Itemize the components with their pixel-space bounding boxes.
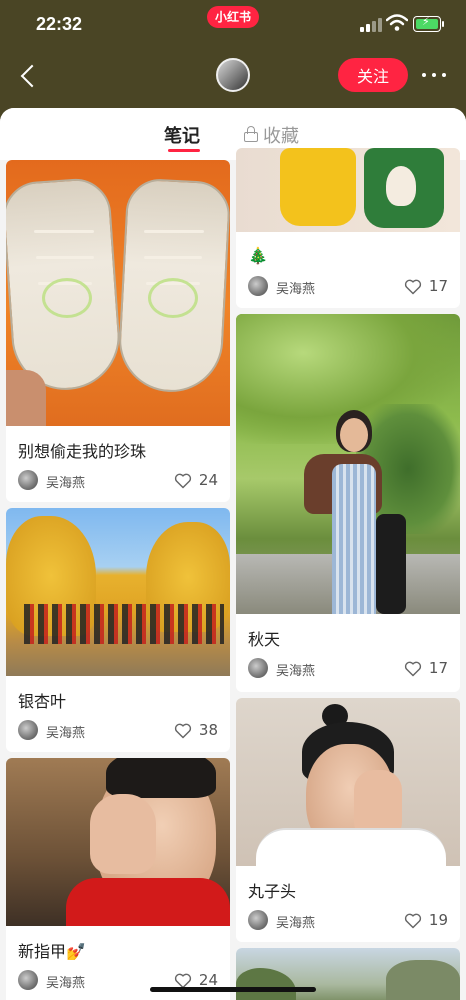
note-title: 🎄: [248, 246, 268, 265]
note-title: 银杏叶: [18, 692, 67, 711]
heart-icon: [404, 661, 422, 677]
note-image-hair-bun: [236, 698, 460, 866]
heart-icon: [404, 279, 422, 295]
author-avatar: [248, 910, 268, 930]
like-count: 17: [428, 659, 448, 677]
note-card-christmas[interactable]: 🎄 吴海燕 17: [236, 148, 460, 308]
note-image-banana-trees: [236, 314, 460, 614]
heart-icon: [174, 723, 192, 739]
note-author[interactable]: 吴海燕: [18, 970, 118, 992]
content-sheet: 笔记 收藏 别想偷走我的珍珠 吴海燕 24 银杏叶 吴海燕 38 新指甲💅 吴海…: [0, 108, 466, 1000]
note-author[interactable]: 吴海燕: [18, 470, 118, 492]
like-button[interactable]: 17: [378, 276, 448, 298]
battery-nub: [442, 21, 444, 27]
avatar[interactable]: [216, 58, 250, 92]
author-avatar: [18, 470, 38, 490]
note-card-bun[interactable]: 丸子头 吴海燕 19: [236, 698, 460, 942]
more-dots-icon[interactable]: [420, 62, 448, 86]
like-count: 38: [198, 721, 218, 739]
note-author[interactable]: 吴海燕: [248, 910, 348, 932]
author-avatar: [248, 658, 268, 678]
heart-icon: [174, 473, 192, 489]
like-count: 17: [428, 277, 448, 295]
lock-icon: [244, 126, 258, 142]
profile-nav-bar: 关注: [0, 50, 466, 108]
note-card-nails[interactable]: 新指甲💅 吴海燕 24: [6, 758, 230, 1000]
tab-notes[interactable]: 笔记: [164, 122, 200, 148]
note-image-ginkgo-trees: [6, 508, 230, 676]
like-button[interactable]: 19: [378, 910, 448, 932]
note-image-gift-bags: [236, 148, 460, 232]
author-avatar: [18, 970, 38, 990]
author-name: 吴海燕: [276, 916, 316, 931]
battery-icon: ⚡: [413, 15, 441, 32]
heart-icon: [404, 913, 422, 929]
note-image-mountains: [236, 948, 460, 1000]
note-title: 秋天: [248, 630, 281, 649]
author-name: 吴海燕: [46, 976, 86, 991]
author-name: 吴海燕: [46, 476, 86, 491]
author-name: 吴海燕: [276, 282, 316, 297]
like-button[interactable]: 17: [378, 658, 448, 680]
note-title: 新指甲💅: [18, 942, 86, 961]
like-count: 19: [428, 911, 448, 929]
note-author[interactable]: 吴海燕: [18, 720, 118, 742]
note-card-ginkgo[interactable]: 银杏叶 吴海燕 38: [6, 508, 230, 752]
back-arrow-icon[interactable]: [18, 62, 42, 90]
home-indicator: [150, 987, 316, 992]
author-name: 吴海燕: [276, 664, 316, 679]
author-avatar: [248, 276, 268, 296]
note-image-sneakers: [6, 160, 230, 426]
like-button[interactable]: 24: [148, 470, 218, 492]
note-title: 别想偷走我的珍珠: [18, 442, 147, 461]
note-card-partial[interactable]: [236, 948, 460, 1000]
wifi-icon: [385, 14, 409, 32]
follow-button[interactable]: 关注: [338, 58, 408, 92]
note-card-autumn[interactable]: 秋天 吴海燕 17: [236, 314, 460, 692]
like-count: 24: [198, 471, 218, 489]
note-author[interactable]: 吴海燕: [248, 658, 348, 680]
author-avatar: [18, 720, 38, 740]
note-title: 丸子头: [248, 882, 297, 901]
note-author[interactable]: 吴海燕: [248, 276, 348, 298]
like-button[interactable]: 38: [148, 720, 218, 742]
status-bar: 22:32 小红书 ⚡: [0, 0, 466, 50]
note-card-pearls[interactable]: 别想偷走我的珍珠 吴海燕 24: [6, 160, 230, 502]
tab-saved[interactable]: 收藏: [263, 122, 299, 148]
author-name: 吴海燕: [46, 726, 86, 741]
app-badge: 小红书: [207, 6, 259, 28]
active-tab-indicator: [168, 149, 200, 152]
signal-icon: [360, 18, 382, 32]
status-time: 22:32: [36, 14, 83, 34]
note-image-new-nails: [6, 758, 230, 926]
